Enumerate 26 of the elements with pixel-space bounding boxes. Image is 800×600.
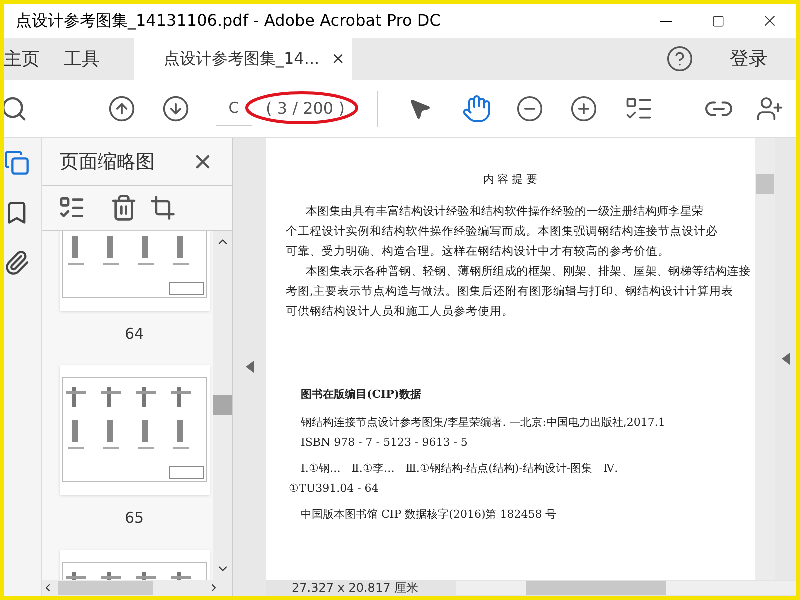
document-tab[interactable]: 点设计参考图集_14... × <box>134 38 352 80</box>
cip-line: ISBN 978 - 7 - 5123 - 9613 - 5 <box>301 435 469 451</box>
cip-heading: 图书在版编目(CIP)数据 <box>301 386 423 402</box>
paragraph-line: 考图,主要表示节点构造与做法。图集后还附有图形编辑与打印、钢结构设计计算用表 <box>286 282 734 300</box>
page-size: 27.327 x 20.817 厘米 <box>291 582 420 594</box>
tab-close-button[interactable]: × <box>332 47 346 71</box>
page-label: 65 <box>124 508 144 529</box>
cip-line: 中国版本图书馆 CIP 数据核字(2016)第 182458 号 <box>301 507 558 523</box>
cip-line: ①TU391.04 - 64 <box>289 481 380 497</box>
cip-line: Ⅰ.①钢… Ⅱ.①李… Ⅲ.①钢结构-结点(结构)-结构设计-图集 Ⅳ. <box>301 461 620 477</box>
window-title: 点设计参考图集_14131106.pdf - Adobe Acrobat Pro DC <box>15 10 441 32</box>
abstract-heading: 内 容 提 要 <box>482 172 539 188</box>
nav-tab[interactable]: 工具 <box>52 38 112 80</box>
page-number-field[interactable]: C <box>216 92 252 126</box>
page-count: ( 3 / 200 ) <box>265 98 346 118</box>
paragraph-line: 可供钢结构设计人员和施工人员参考使用。 <box>286 302 514 320</box>
page-label: 64 <box>124 324 144 344</box>
tab-label: 点设计参考图集_14... <box>164 48 320 70</box>
sign-in-button[interactable]: 登录 <box>730 44 768 74</box>
nav-tab[interactable]: 主页 <box>4 38 52 80</box>
paragraph-line: 本图集由具有丰富结构设计经验和结构软件操作经验的一级注册结构师李星荣 <box>306 202 704 220</box>
paragraph-line: 本图集表示各种普钢、轻钢、薄钢所组成的框架、刚架、排架、屋架、钢梯等结构连接 <box>306 262 751 280</box>
paragraph-line: 可靠、受力明确、构造合理。这样在钢结构设计中才有较高的参考价值。 <box>286 242 670 260</box>
cip-line: 钢结构连接节点设计参考图集/李星荣编著. —北京:中国电力出版社,2017.1 <box>301 415 666 431</box>
panel-title: 页面缩略图 <box>60 150 155 175</box>
paragraph-line: 个工程设计实例和结构软件操作经验编写而成。本图集强调钢结构连接节点设计必 <box>286 222 718 240</box>
